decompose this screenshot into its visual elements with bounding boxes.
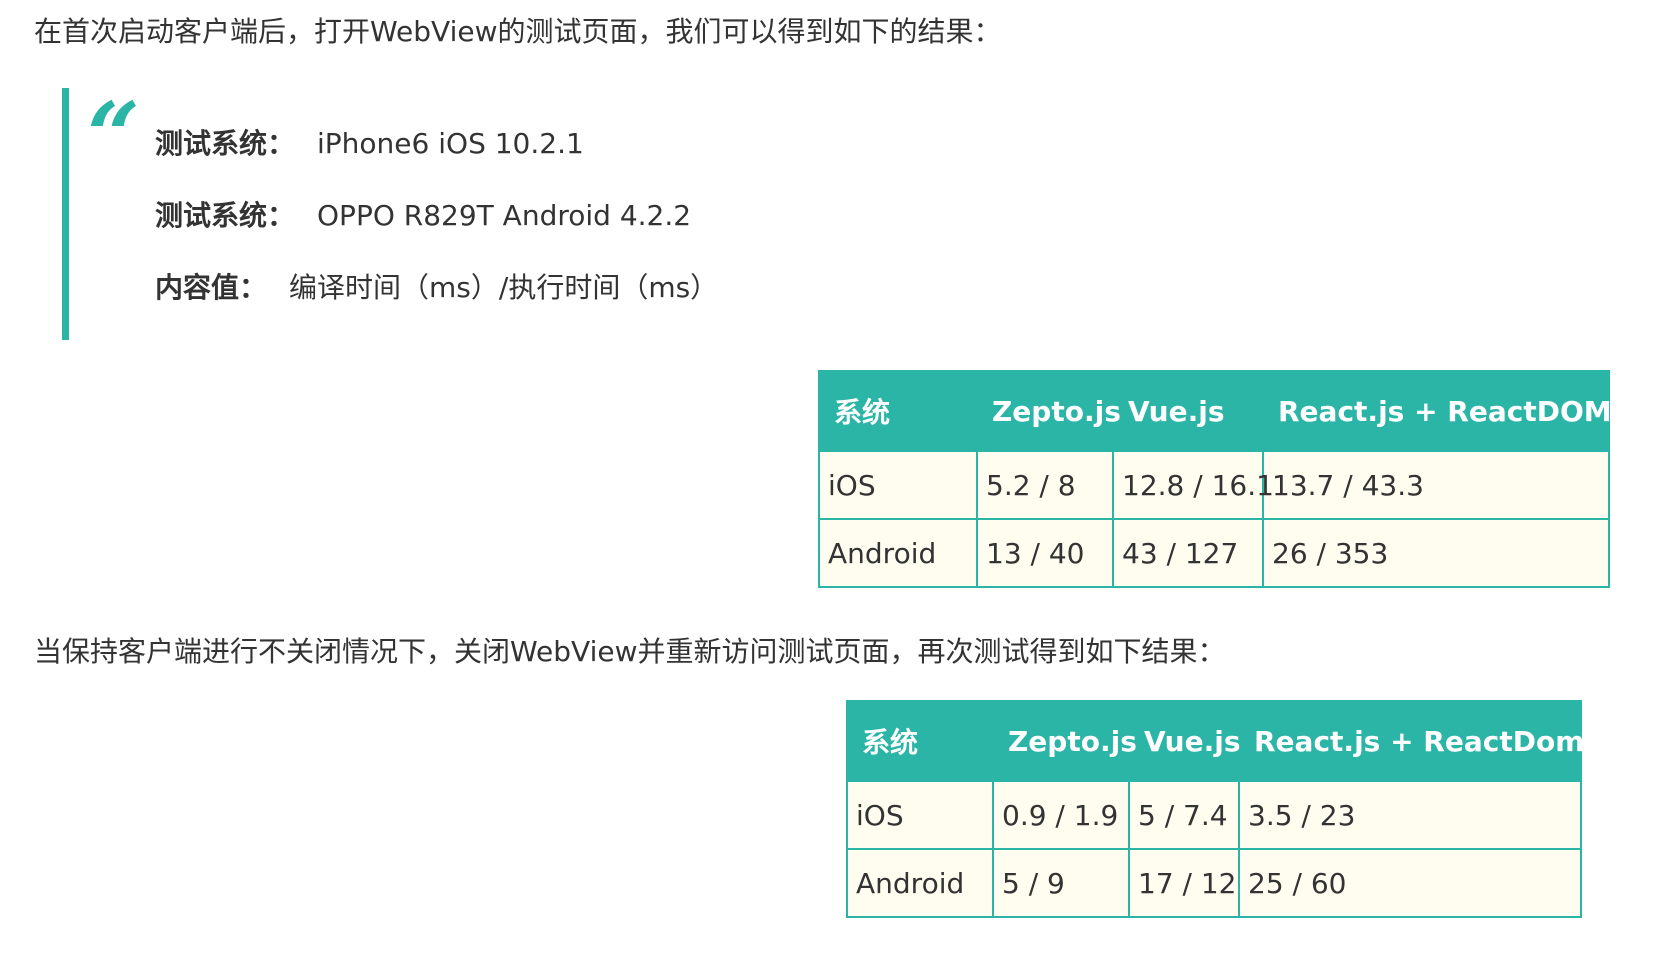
header-cell-vue: Vue.js (1112, 370, 1264, 452)
table-cell: Android (846, 848, 994, 918)
table-cell: 0.9 / 1.9 (992, 780, 1130, 850)
header-cell-zepto: Zepto.js (976, 370, 1121, 452)
quote-key: 测试系统： (155, 199, 296, 232)
table-cell: Android (818, 518, 978, 588)
quote-value: 编译时间（ms）/执行时间（ms） (289, 271, 719, 304)
table-cell: 17 / 12 (1128, 848, 1240, 918)
table-cell: 43 / 127 (1112, 518, 1264, 588)
table-cell: iOS (818, 450, 978, 520)
header-cell-react: React.js + ReactDom.js (1238, 700, 1621, 782)
table-header-row: 系统 Zepto.js Vue.js React.js + ReactDom.j… (846, 700, 1621, 782)
intro-paragraph: 在首次启动客户端后，打开WebView的测试页面，我们可以得到如下的结果： (34, 15, 1002, 48)
table-cell: 5 / 9 (992, 848, 1130, 918)
table-cell: 26 / 353 (1262, 518, 1610, 588)
table-cell: 25 / 60 (1238, 848, 1582, 918)
quote-mark-icon: “ (87, 82, 140, 190)
table-row: iOS 0.9 / 1.9 5 / 7.4 3.5 / 23 (846, 780, 1582, 850)
table-cell: 12.8 / 16.1 (1112, 450, 1274, 520)
quote-line-test-system-android: 测试系统： OPPO R829T Android 4.2.2 (155, 196, 691, 236)
table-row: iOS 5.2 / 8 12.8 / 16.1 13.7 / 43.3 (818, 450, 1610, 520)
header-cell-react: React.js + ReactDOM.js (1262, 370, 1649, 452)
table-cell: iOS (846, 780, 994, 850)
quote-line-test-system-ios: 测试系统： iPhone6 iOS 10.2.1 (155, 124, 584, 164)
first-launch-results-table: 系统 Zepto.js Vue.js React.js + ReactDOM.j… (818, 370, 1649, 588)
header-cell-vue: Vue.js (1128, 700, 1241, 782)
header-cell-system: 系统 (846, 700, 994, 782)
quote-key: 内容值： (155, 271, 268, 304)
table-row: Android 5 / 9 17 / 12 25 / 60 (846, 848, 1582, 918)
header-cell-zepto: Zepto.js (992, 700, 1137, 782)
quote-key: 测试系统： (155, 127, 296, 160)
table-cell: 13 / 40 (976, 518, 1114, 588)
table-header-row: 系统 Zepto.js Vue.js React.js + ReactDOM.j… (818, 370, 1649, 452)
table-cell: 13.7 / 43.3 (1262, 450, 1610, 520)
quote-value: OPPO R829T Android 4.2.2 (317, 199, 692, 232)
table-cell: 5.2 / 8 (976, 450, 1114, 520)
table-cell: 5 / 7.4 (1128, 780, 1240, 850)
reopen-results-table: 系统 Zepto.js Vue.js React.js + ReactDom.j… (846, 700, 1621, 918)
blockquote: “ 测试系统： iPhone6 iOS 10.2.1 测试系统： OPPO R829… (62, 88, 969, 340)
table-row: Android 13 / 40 43 / 127 26 / 353 (818, 518, 1610, 588)
table-cell: 3.5 / 23 (1238, 780, 1582, 850)
second-paragraph: 当保持客户端进行不关闭情况下，关闭WebView并重新访问测试页面，再次测试得到… (34, 635, 1226, 668)
quote-value: iPhone6 iOS 10.2.1 (317, 127, 584, 160)
quote-line-content-value: 内容值： 编译时间（ms）/执行时间（ms） (155, 268, 718, 308)
header-cell-system: 系统 (818, 370, 978, 452)
